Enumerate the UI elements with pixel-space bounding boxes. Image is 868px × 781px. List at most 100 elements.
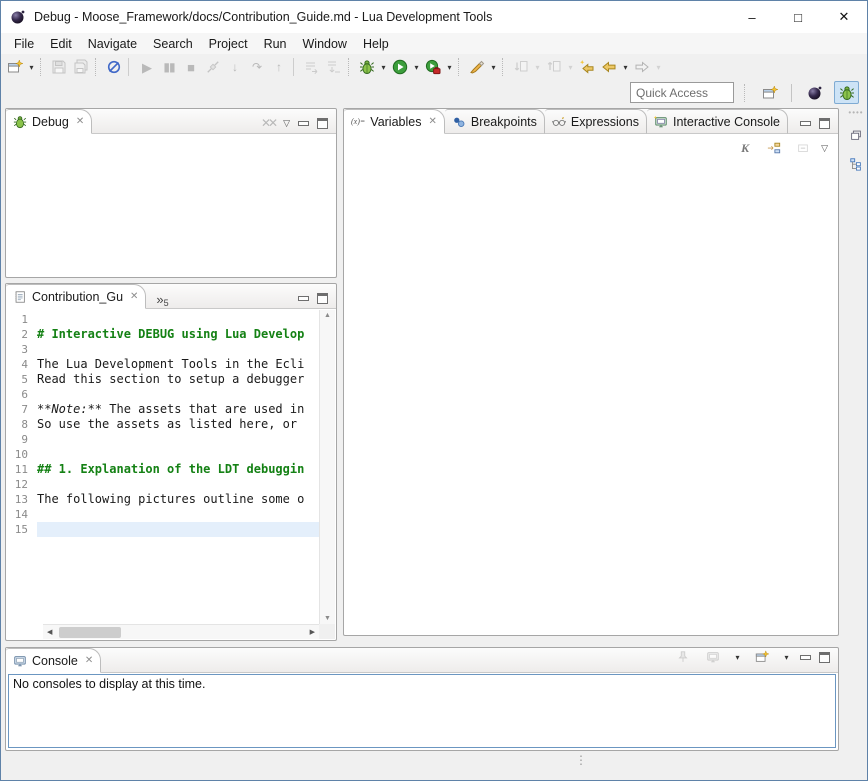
editor-lines[interactable]: 12# Interactive DEBUG using Lua Develop3… xyxy=(7,312,319,623)
close-window-button[interactable]: ✕ xyxy=(821,1,867,33)
collapse-all-button[interactable] xyxy=(792,137,814,159)
close-tab-icon[interactable]: ✕ xyxy=(76,116,84,127)
editor-vertical-scrollbar[interactable]: ▲ ▼ xyxy=(319,310,335,624)
menu-navigate[interactable]: Navigate xyxy=(80,35,145,53)
code-line[interactable]: 3 xyxy=(7,342,319,357)
step-return-button[interactable]: ↑ xyxy=(268,56,290,78)
console-body[interactable]: No consoles to display at this time. xyxy=(8,674,836,748)
code-line[interactable]: 10 xyxy=(7,447,319,462)
open-perspective-button[interactable] xyxy=(759,82,781,104)
quick-access-input[interactable] xyxy=(630,82,734,103)
new-wizard-dropdown[interactable]: ▾ xyxy=(26,56,37,78)
step-over-button[interactable]: ↷ xyxy=(246,56,268,78)
variables-view-body[interactable] xyxy=(345,161,837,634)
last-edit-location-button[interactable] xyxy=(576,56,598,78)
use-step-filters-button[interactable] xyxy=(301,56,323,78)
drop-to-frame-button[interactable] xyxy=(323,56,345,78)
menu-file[interactable]: File xyxy=(6,35,42,53)
highlighter-pen-button[interactable] xyxy=(466,56,488,78)
open-console-button[interactable] xyxy=(751,646,773,668)
code-line[interactable]: 11## 1. Explanation of the LDT debuggin xyxy=(7,462,319,477)
scroll-down-icon[interactable]: ▼ xyxy=(324,615,331,622)
remove-all-terminated-button[interactable]: ✕✕ xyxy=(261,117,275,129)
code-line[interactable]: 4The Lua Development Tools in the Ecli xyxy=(7,357,319,372)
code-line[interactable]: 5Read this section to setup a debugger xyxy=(7,372,319,387)
debug-button[interactable] xyxy=(356,56,378,78)
editor-overflow-chevron[interactable]: »5 xyxy=(146,290,178,308)
lua-perspective-button[interactable] xyxy=(802,81,827,104)
tab-interactive-console[interactable]: Interactive Console xyxy=(647,109,788,134)
drag-handle-dots[interactable]: •••• xyxy=(848,110,863,116)
suspend-button[interactable]: ▮▮ xyxy=(158,56,180,78)
menu-run[interactable]: Run xyxy=(256,35,295,53)
menu-edit[interactable]: Edit xyxy=(42,35,80,53)
run-dropdown[interactable]: ▾ xyxy=(411,56,422,78)
debug-view-body[interactable] xyxy=(7,135,335,276)
pin-console-button[interactable] xyxy=(672,646,694,668)
highlighter-pen-dropdown[interactable]: ▾ xyxy=(488,56,499,78)
code-line[interactable]: 14 xyxy=(7,507,319,522)
minimize-view-button[interactable] xyxy=(298,296,309,301)
save-button[interactable] xyxy=(48,56,70,78)
code-line[interactable]: 12 xyxy=(7,477,319,492)
debug-perspective-button[interactable] xyxy=(834,81,859,104)
maximize-view-button[interactable] xyxy=(317,293,328,304)
terminate-button[interactable]: ■ xyxy=(180,56,202,78)
maximize-view-button[interactable] xyxy=(317,118,328,129)
open-console-dropdown[interactable]: ▾ xyxy=(781,646,792,668)
tab-expressions[interactable]: Expressions xyxy=(545,109,647,134)
next-annotation-button[interactable] xyxy=(510,56,532,78)
sash-drag-handle[interactable]: ⋮ xyxy=(575,756,587,765)
step-into-button[interactable]: ↓ xyxy=(224,56,246,78)
menu-help[interactable]: Help xyxy=(355,35,397,53)
show-type-names-button[interactable]: K xyxy=(734,137,756,159)
scroll-right-icon[interactable]: ▶ xyxy=(310,628,315,636)
code-line[interactable]: 6 xyxy=(7,387,319,402)
code-line[interactable]: 8So use the assets as listed here, or xyxy=(7,417,319,432)
close-tab-icon[interactable]: ✕ xyxy=(428,116,436,127)
view-menu-button[interactable]: ▽ xyxy=(283,119,290,128)
disconnect-button[interactable] xyxy=(202,56,224,78)
debug-dropdown[interactable]: ▾ xyxy=(378,56,389,78)
tab-editor-contribution-guide[interactable]: Contribution_Gu ✕ xyxy=(6,284,146,309)
minimize-window-button[interactable]: – xyxy=(729,1,775,33)
back-dropdown[interactable]: ▾ xyxy=(620,56,631,78)
external-tools-dropdown[interactable]: ▾ xyxy=(444,56,455,78)
scroll-left-icon[interactable]: ◀ xyxy=(47,628,52,636)
close-tab-icon[interactable]: ✕ xyxy=(130,291,138,302)
maximize-view-button[interactable] xyxy=(819,118,830,129)
skip-all-breakpoints-button[interactable] xyxy=(103,56,125,78)
scrollbar-thumb[interactable] xyxy=(59,627,121,638)
code-line[interactable]: 7**Note:** The assets that are used in xyxy=(7,402,319,417)
show-logical-structures-button[interactable] xyxy=(763,137,785,159)
previous-annotation-button[interactable] xyxy=(543,56,565,78)
menu-search[interactable]: Search xyxy=(145,35,201,53)
code-line[interactable]: 1 xyxy=(7,312,319,327)
restore-view-button[interactable] xyxy=(846,125,866,145)
tab-variables[interactable]: (x)= Variables ✕ xyxy=(344,109,445,134)
code-line[interactable]: 15 xyxy=(7,522,319,537)
code-line[interactable]: 2# Interactive DEBUG using Lua Develop xyxy=(7,327,319,342)
resume-button[interactable]: ▶ xyxy=(136,56,158,78)
editor-horizontal-scrollbar[interactable]: ◀ ▶ xyxy=(43,624,319,639)
tab-debug[interactable]: Debug ✕ xyxy=(6,109,92,134)
forward-button[interactable] xyxy=(631,56,653,78)
run-button[interactable] xyxy=(389,56,411,78)
minimize-view-button[interactable] xyxy=(800,655,811,660)
maximize-window-button[interactable]: □ xyxy=(775,1,821,33)
scroll-up-icon[interactable]: ▲ xyxy=(324,312,331,319)
menu-window[interactable]: Window xyxy=(295,35,355,53)
tab-breakpoints[interactable]: Breakpoints xyxy=(445,109,545,134)
next-annotation-dropdown[interactable]: ▾ xyxy=(532,56,543,78)
maximize-view-button[interactable] xyxy=(819,652,830,663)
outline-view-button[interactable] xyxy=(846,154,866,174)
tab-console[interactable]: Console ✕ xyxy=(6,648,101,673)
minimize-view-button[interactable] xyxy=(800,121,811,126)
display-console-dropdown[interactable]: ▾ xyxy=(732,646,743,668)
previous-annotation-dropdown[interactable]: ▾ xyxy=(565,56,576,78)
code-line[interactable]: 13The following pictures outline some o xyxy=(7,492,319,507)
new-wizard-button[interactable] xyxy=(4,56,26,78)
save-all-button[interactable] xyxy=(70,56,92,78)
display-selected-console-button[interactable] xyxy=(702,646,724,668)
menu-project[interactable]: Project xyxy=(201,35,256,53)
